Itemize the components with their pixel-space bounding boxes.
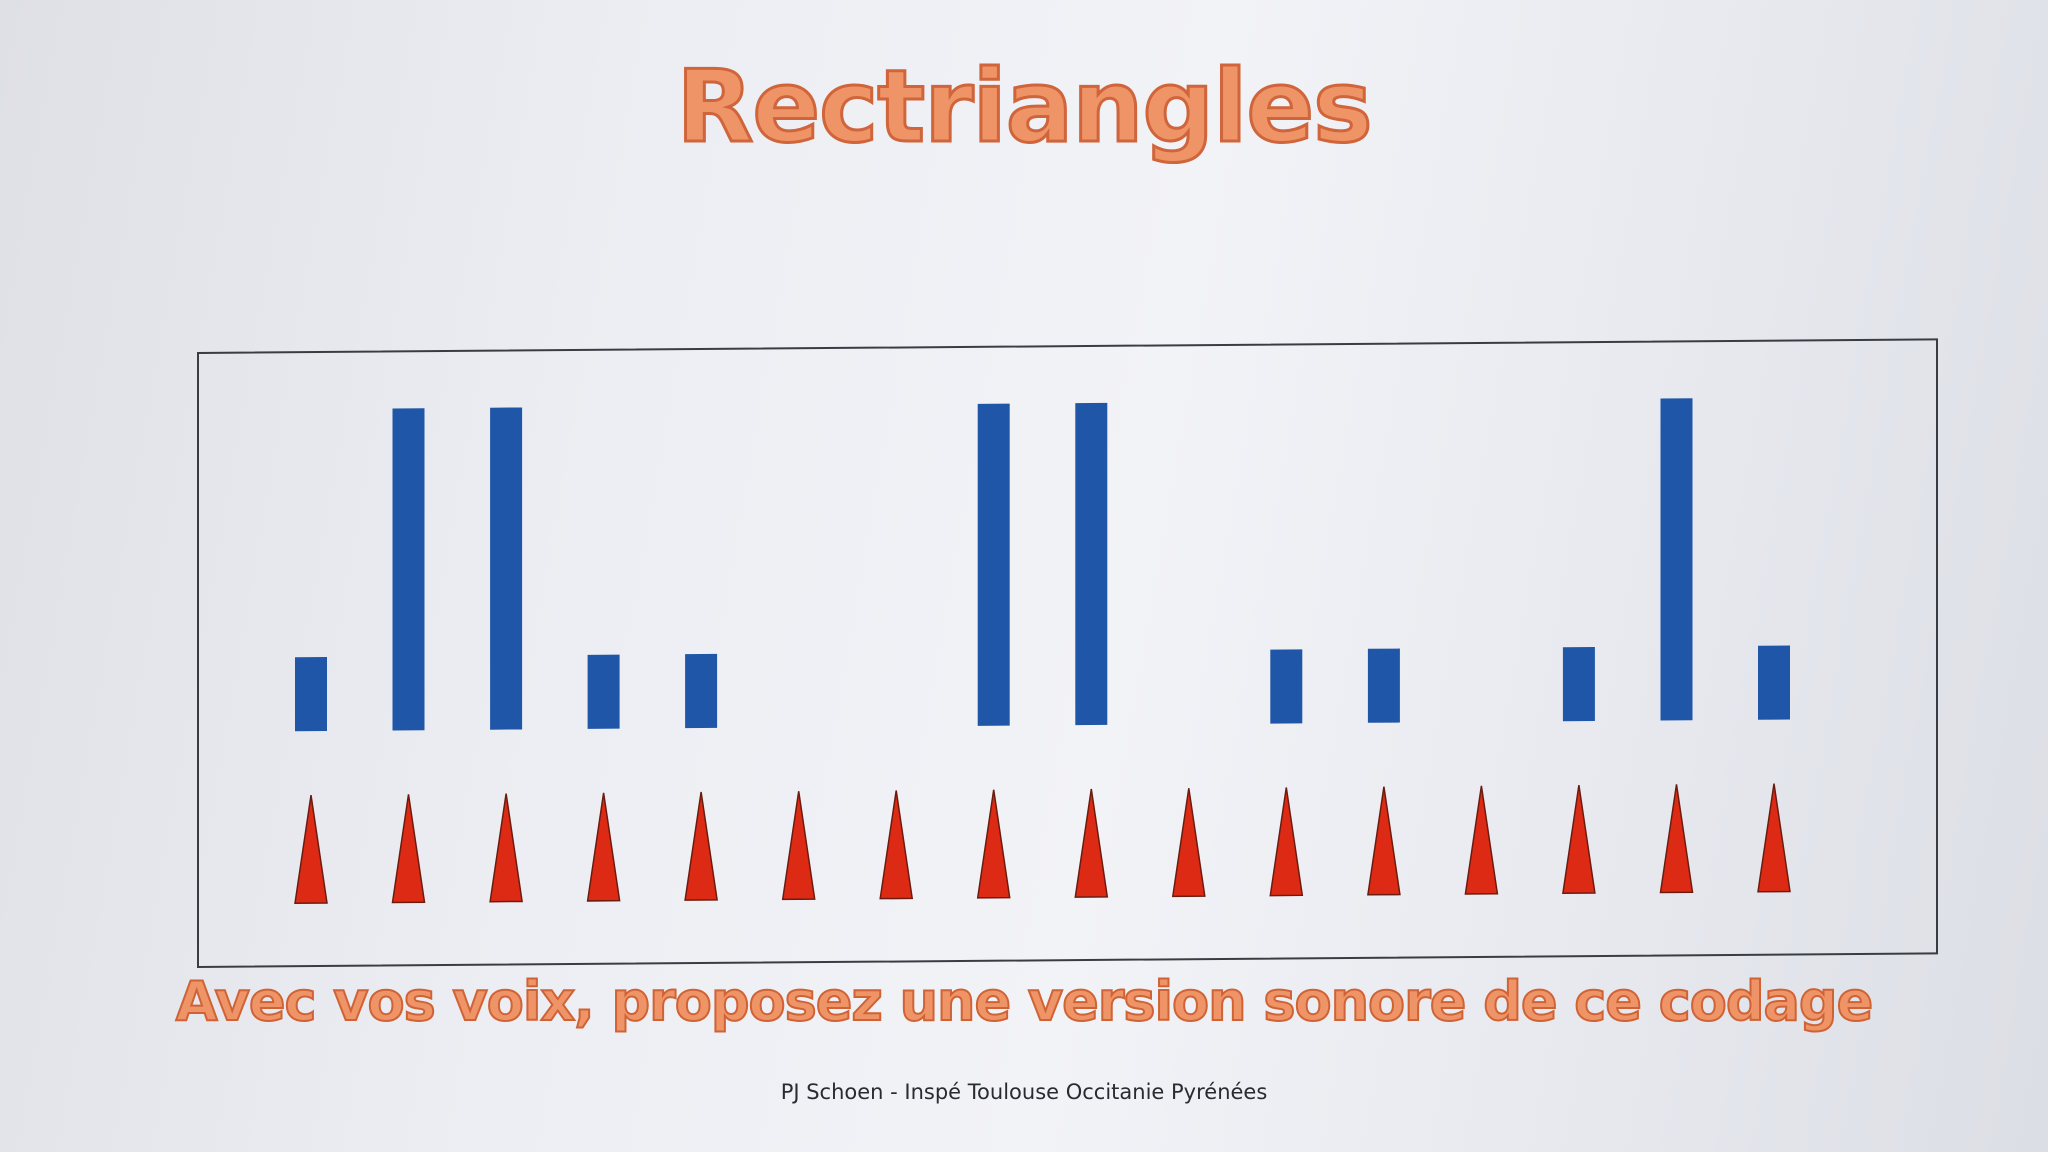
- triangle-beat-1: [294, 794, 328, 904]
- rectangle-long-beat-3: [490, 407, 523, 730]
- rectangle-short-beat-11: [1270, 649, 1303, 724]
- triangle-beat-4: [586, 792, 621, 902]
- triangle-beat-3: [489, 793, 523, 903]
- triangle-beat-10: [1171, 788, 1206, 898]
- triangle-beat-11: [1269, 787, 1304, 897]
- triangle-beat-14: [1562, 785, 1596, 895]
- triangle-beat-2: [391, 794, 426, 904]
- rectangle-short-beat-5: [685, 653, 718, 729]
- triangle-beat-13: [1464, 785, 1499, 895]
- triangle-beat-5: [684, 791, 718, 901]
- rectangle-short-beat-12: [1367, 648, 1400, 723]
- credit-text: PJ Schoen - Inspé Toulouse Occitanie Pyr…: [780, 1080, 1268, 1104]
- rectangle-long-beat-2: [392, 408, 425, 731]
- triangle-beat-8: [976, 789, 1011, 899]
- triangle-beat-15: [1659, 784, 1694, 894]
- rectangle-short-beat-14: [1562, 647, 1595, 722]
- triangle-beat-9: [1074, 788, 1109, 898]
- rectangle-long-beat-9: [1075, 402, 1108, 726]
- rectangle-short-beat-1: [295, 656, 327, 732]
- rectangle-short-beat-16: [1758, 645, 1790, 720]
- triangle-beat-16: [1757, 783, 1791, 893]
- codage-diagram: [294, 398, 1791, 904]
- rectangle-long-beat-8: [977, 403, 1010, 726]
- paper-sheet: Rectriangles Avec vos voix, proposez une…: [0, 0, 2048, 1152]
- rectangle-short-beat-4: [587, 654, 620, 729]
- rectangle-long-beat-15: [1660, 398, 1693, 721]
- triangle-beat-7: [879, 790, 914, 900]
- triangle-beat-6: [781, 791, 816, 901]
- page-title: Rectriangles: [675, 47, 1374, 167]
- triangle-beat-12: [1367, 786, 1401, 896]
- codage-frame: [197, 338, 1938, 968]
- instruction-text: Avec vos voix, proposez une version sono…: [175, 969, 1874, 1034]
